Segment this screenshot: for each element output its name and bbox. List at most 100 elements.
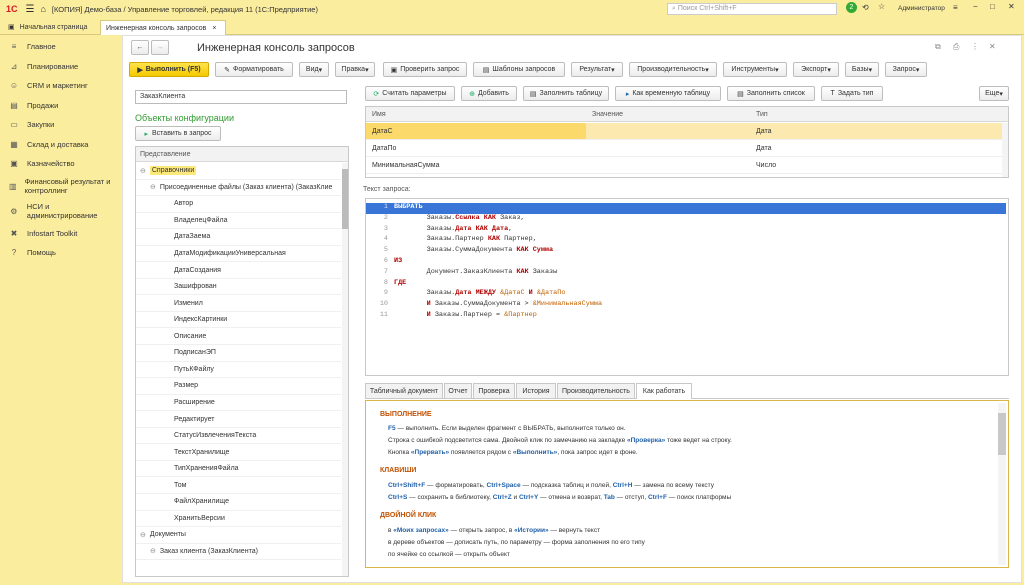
tree-row[interactable]: ТекстХранилище (136, 444, 341, 461)
format-button[interactable]: ✎ Форматировать (215, 62, 293, 77)
code-line[interactable]: 10 И Заказы.СуммаДокумента > &Минимальна… (366, 300, 1006, 311)
tree-row[interactable]: Описание (136, 329, 341, 345)
object-search-input[interactable]: ЗаказКлиента (135, 90, 347, 104)
tab-close-icon[interactable]: × (212, 25, 216, 32)
maximize-button[interactable]: □ (990, 2, 995, 11)
insert-into-query-button[interactable]: ▸ Вставить в запрос (135, 126, 221, 141)
edit-menu[interactable]: Правка ▾ (335, 62, 375, 77)
result-tab-4[interactable]: Производительность (557, 383, 635, 398)
add-param-button[interactable]: ⊕ Добавить (461, 86, 517, 101)
sidebar-item-8[interactable]: ⚙ НСИ и администрирование (0, 199, 120, 224)
result-tab-3[interactable]: История (516, 383, 556, 398)
tree-scroll-thumb[interactable] (342, 169, 348, 229)
code-line[interactable]: 9 Заказы.Дата МЕЖДУ &ДатаС И &ДатаПо (366, 289, 1006, 300)
tree-row[interactable]: ⊖ Присоединенные файлы (Заказ клиента) (З… (136, 180, 341, 197)
check-query-button[interactable]: ▣ Проверить запрос (383, 62, 467, 77)
sidebar-item-4[interactable]: ▭ Закупки (0, 115, 120, 135)
tree-row[interactable]: Расширение (136, 395, 341, 412)
expand-icon[interactable]: ⊖ (140, 531, 146, 539)
help-scrollbar[interactable] (998, 403, 1006, 565)
execute-button[interactable]: ▶ Выполнить (F5) (129, 62, 209, 77)
tree-row[interactable]: ХранитьВерсии (136, 511, 341, 528)
query-editor[interactable]: 1 ВЫБРАТЬ 2 Заказы.Ссылка КАК Заказ, 3 Зака… (365, 198, 1009, 376)
tab-active[interactable]: Инженерная консоль запросов × (100, 20, 226, 35)
more-icon[interactable]: ⋮ (971, 42, 979, 51)
print-icon[interactable]: ⎙ (953, 42, 959, 52)
home-icon[interactable]: ⌂ (40, 4, 45, 14)
code-line[interactable]: 7 Документ.ЗаказКлиента КАК Заказы (366, 268, 1006, 279)
global-search-input[interactable]: ⌕ Поиск Ctrl+Shift+F (667, 3, 837, 15)
tree-row[interactable]: ⊖ Справочники (136, 163, 341, 180)
performance-menu[interactable]: Производительность ▾ (629, 62, 717, 77)
settings-icon[interactable]: ≡ (953, 3, 958, 12)
tree-row[interactable]: Том (136, 477, 341, 494)
code-line[interactable]: 4 Заказы.Партнер КАК Партнер, (366, 235, 1006, 246)
tree-row[interactable]: ДатаЗаема (136, 229, 341, 246)
result-tab-0[interactable]: Табличный документ (365, 383, 443, 398)
templates-button[interactable]: ▤ Шаблоны запросов (473, 62, 565, 77)
as-temp-table-button[interactable]: ▸ Как временную таблицу (615, 86, 721, 101)
tree-row[interactable]: ИндексКартинки (136, 312, 341, 329)
fill-table-button[interactable]: ▤ Заполнить таблицу (523, 86, 609, 101)
tree-row[interactable]: ДатаМодификацииУниверсальная (136, 246, 341, 263)
bases-menu[interactable]: Базы ▾ (845, 62, 879, 77)
result-tab-1[interactable]: Отчет (444, 383, 472, 398)
history-icon[interactable]: ⟲ (862, 3, 869, 12)
tree-scrollbar[interactable] (342, 163, 348, 576)
tree-row[interactable]: Размер (136, 378, 341, 395)
tree-row[interactable]: ТипХраненияФайла (136, 461, 341, 478)
query-menu[interactable]: Запрос ▾ (885, 62, 927, 77)
code-line[interactable]: 8 ГДЕ (366, 279, 1006, 290)
code-line[interactable]: 1 ВЫБРАТЬ (366, 203, 1006, 214)
code-line[interactable]: 3 Заказы.Дата КАК Дата, (366, 225, 1006, 236)
code-line[interactable]: 5 Заказы.СуммаДокумента КАК Сумма (366, 246, 1006, 257)
close-button[interactable]: ✕ (1008, 2, 1015, 11)
sidebar-item-9[interactable]: ✖ Infostart Toolkit (0, 224, 120, 244)
fill-list-button[interactable]: ▤ Заполнить список (727, 86, 815, 101)
tree-row[interactable]: Редактирует (136, 411, 341, 428)
form-close-icon[interactable]: ✕ (989, 42, 996, 51)
result-tab-2[interactable]: Проверка (473, 383, 515, 398)
forward-button[interactable]: → (151, 40, 169, 55)
sidebar-item-3[interactable]: ▤ Продажи (0, 96, 120, 116)
expand-icon[interactable]: ⊖ (150, 183, 156, 191)
read-params-button[interactable]: ⟳ Считать параметры (365, 86, 455, 101)
sidebar-item-5[interactable]: ▦ Склад и доставка (0, 135, 120, 155)
bell-icon[interactable]: 2 (846, 2, 857, 13)
tree-row[interactable]: Автор (136, 196, 341, 213)
link-icon[interactable]: ⧉ (935, 42, 941, 52)
params-scrollbar[interactable] (1002, 123, 1008, 177)
code-line[interactable]: 6 ИЗ (366, 257, 1006, 268)
export-menu[interactable]: Экспорт ▾ (793, 62, 839, 77)
tree-row[interactable]: Изменил (136, 295, 341, 312)
tab-home[interactable]: ▣ Начальная страница (2, 20, 93, 34)
sidebar-item-7[interactable]: ▥ Финансовый результат и контроллинг (0, 174, 120, 199)
tree-row[interactable]: Зашифрован (136, 279, 341, 296)
sidebar-item-1[interactable]: ⊿ Планирование (0, 57, 120, 77)
tree-row[interactable]: ФайлХранилище (136, 494, 341, 511)
sidebar-item-0[interactable]: ≡ Главное (0, 37, 120, 57)
tree-row[interactable]: ПутьКФайлу (136, 362, 341, 379)
tree-row[interactable]: ⊖ Заказ клиента (ЗаказКлиента) (136, 544, 341, 561)
back-button[interactable]: ← (131, 40, 149, 55)
tree-row[interactable]: СтатусИзвлеченияТекста (136, 428, 341, 445)
param-row[interactable]: ДатаС Дата (366, 123, 1002, 140)
set-type-button[interactable]: T Задать тип (821, 86, 883, 101)
code-line[interactable]: 2 Заказы.Ссылка КАК Заказ, (366, 214, 1006, 225)
sidebar-item-6[interactable]: ▣ Казначейство (0, 154, 120, 174)
sidebar-item-2[interactable]: ☺ CRM и маркетинг (0, 76, 120, 96)
menu-icon[interactable]: ☰ (26, 4, 35, 15)
result-tab-5[interactable]: Как работать (636, 383, 692, 399)
expand-icon[interactable]: ⊖ (140, 167, 146, 175)
tree-row[interactable]: ⊖ Документы (136, 527, 341, 544)
result-menu[interactable]: Результат ▾ (571, 62, 623, 77)
expand-icon[interactable]: ⊖ (150, 547, 156, 555)
sidebar-item-10[interactable]: ? Помощь (0, 243, 120, 263)
tree-row[interactable]: ПодписанЭП (136, 345, 341, 362)
tools-menu[interactable]: Инструменты ▾ (723, 62, 787, 77)
param-row[interactable]: ДатаПо Дата (366, 140, 1002, 157)
help-scroll-thumb[interactable] (998, 413, 1006, 455)
favorites-icon[interactable]: ☆ (878, 2, 885, 11)
tree-row[interactable]: ВладелецФайла (136, 213, 341, 230)
code-line[interactable]: 11 И Заказы.Партнер = &Партнер (366, 311, 1006, 322)
